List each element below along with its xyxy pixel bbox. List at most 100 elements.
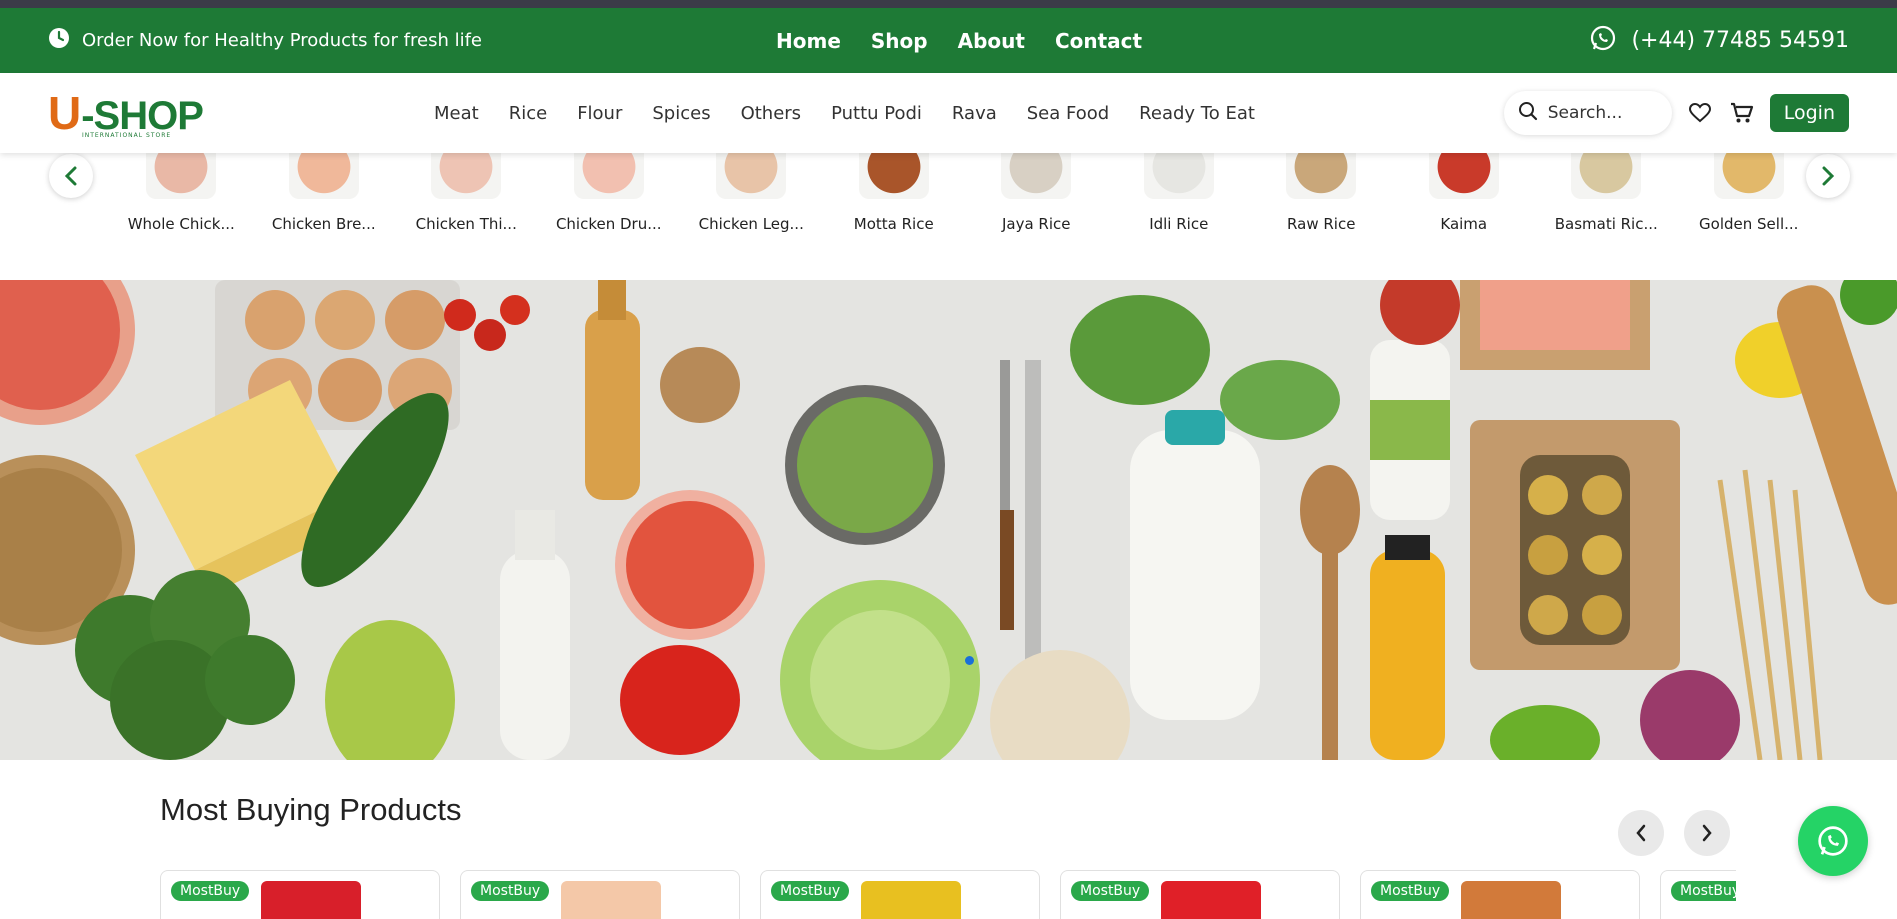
category-label: Chicken Dru... [555,215,662,233]
category-item[interactable]: Whole Chick... [110,153,253,233]
category-image [573,153,644,199]
hero-slide-dot-active[interactable] [965,656,974,665]
whatsapp-icon [1818,826,1848,856]
category-label: Idli Rice [1149,215,1209,233]
contact-phone[interactable]: (+44) 77485 54591 [1589,24,1849,58]
category-label: Motta Rice [853,215,934,233]
nav-puttu-podi[interactable]: Puttu Podi [831,103,922,124]
category-item[interactable]: Golden Sell... [1678,153,1821,233]
category-carousel: Whole Chick... Chicken Bre... Chicken Thi.… [0,153,1897,280]
top-dark-strip [0,0,1897,8]
products-prev-button[interactable] [1618,810,1664,856]
product-image [261,881,361,919]
whatsapp-icon [1589,24,1617,58]
top-nav-about[interactable]: About [958,29,1025,53]
product-image [561,881,661,919]
category-image [1286,153,1357,199]
category-label: Jaya Rice [1001,215,1071,233]
mostbuy-badge: MostBuy [1671,881,1736,901]
nav-sea-food[interactable]: Sea Food [1027,103,1109,124]
login-button[interactable]: Login [1769,94,1849,132]
main-header: U -SHOP INTERNATIONAL STORE Meat Rice Flo… [0,73,1897,153]
category-label: Raw Rice [1287,215,1356,233]
cart-icon[interactable] [1728,99,1756,127]
nav-spices[interactable]: Spices [652,103,710,124]
nav-rice[interactable]: Rice [509,103,547,124]
category-item[interactable]: Jaya Rice [965,153,1108,233]
mostbuy-badge: MostBuy [1071,881,1150,901]
category-image [716,153,787,199]
category-image [1713,153,1784,199]
product-image [861,881,961,919]
search-box[interactable] [1503,91,1672,135]
nav-ready-to-eat[interactable]: Ready To Eat [1139,103,1255,124]
category-item[interactable]: Idli Rice [1108,153,1251,233]
product-cards: MostBuy MostBuy MostBuy MostBuy MostBuy MostB… [160,870,1736,919]
product-card[interactable]: MostBuy [1660,870,1736,919]
product-card[interactable]: MostBuy [1060,870,1340,919]
site-logo[interactable]: U -SHOP [48,87,204,139]
mostbuy-badge: MostBuy [471,881,550,901]
category-image [1428,153,1499,199]
category-image [1001,153,1072,199]
logo-u: U [48,87,82,139]
category-item[interactable]: Basmati Ric... [1535,153,1678,233]
category-nav: Meat Rice Flour Spices Others Puttu Podi… [434,103,1255,124]
product-image [1461,881,1561,919]
whatsapp-chat-button[interactable] [1798,806,1868,876]
category-item[interactable]: Chicken Leg... [680,153,823,233]
nav-rava[interactable]: Rava [952,103,997,124]
product-image [1161,881,1261,919]
wishlist-heart-icon[interactable] [1686,99,1714,127]
nav-others[interactable]: Others [741,103,802,124]
top-nav-home[interactable]: Home [776,29,841,53]
most-buying-section: Most Buying Products MostBuy MostBuy MostB… [0,760,1897,919]
mostbuy-badge: MostBuy [171,881,250,901]
product-card[interactable]: MostBuy [1360,870,1640,919]
mostbuy-badge: MostBuy [771,881,850,901]
category-image [146,153,217,199]
top-nav: Home Shop About Contact [776,29,1142,53]
promo: Order Now for Healthy Products for fresh… [48,27,482,54]
category-label: Whole Chick... [127,215,235,233]
product-card[interactable]: MostBuy [460,870,740,919]
hero-grocery-image [0,280,1897,760]
mostbuy-badge: MostBuy [1371,881,1450,901]
top-nav-contact[interactable]: Contact [1055,29,1142,53]
category-image [858,153,929,199]
category-image [1143,153,1214,199]
category-item[interactable]: Chicken Dru... [538,153,681,233]
category-prev-button[interactable] [49,154,93,198]
category-label: Basmati Ric... [1554,215,1658,233]
category-item[interactable]: Motta Rice [823,153,966,233]
category-label: Chicken Bre... [271,215,376,233]
search-input[interactable] [1547,103,1648,123]
category-items: Whole Chick... Chicken Bre... Chicken Thi.… [110,153,1820,233]
product-card[interactable]: MostBuy [760,870,1040,919]
category-label: Chicken Thi... [415,215,517,233]
category-image [1571,153,1642,199]
category-image [431,153,502,199]
logo-subtitle: INTERNATIONAL STORE [82,132,172,139]
hero-banner[interactable] [0,280,1897,760]
category-label: Chicken Leg... [698,215,804,233]
search-icon [1518,101,1538,125]
phone-number: (+44) 77485 54591 [1631,28,1849,53]
category-label: Kaima [1440,215,1488,233]
nav-flour[interactable]: Flour [577,103,622,124]
section-title: Most Buying Products [160,792,462,827]
category-item[interactable]: Kaima [1393,153,1536,233]
products-next-button[interactable] [1684,810,1730,856]
top-nav-shop[interactable]: Shop [871,29,928,53]
top-bar: Order Now for Healthy Products for fresh… [0,8,1897,73]
category-item[interactable]: Chicken Bre... [253,153,396,233]
category-item[interactable]: Chicken Thi... [395,153,538,233]
header-actions: Login [1503,91,1849,135]
product-card[interactable]: MostBuy [160,870,440,919]
clock-icon [48,27,70,54]
category-image [288,153,359,199]
promo-text: Order Now for Healthy Products for fresh… [82,30,482,51]
category-item[interactable]: Raw Rice [1250,153,1393,233]
category-label: Golden Sell... [1699,215,1799,233]
nav-meat[interactable]: Meat [434,103,479,124]
